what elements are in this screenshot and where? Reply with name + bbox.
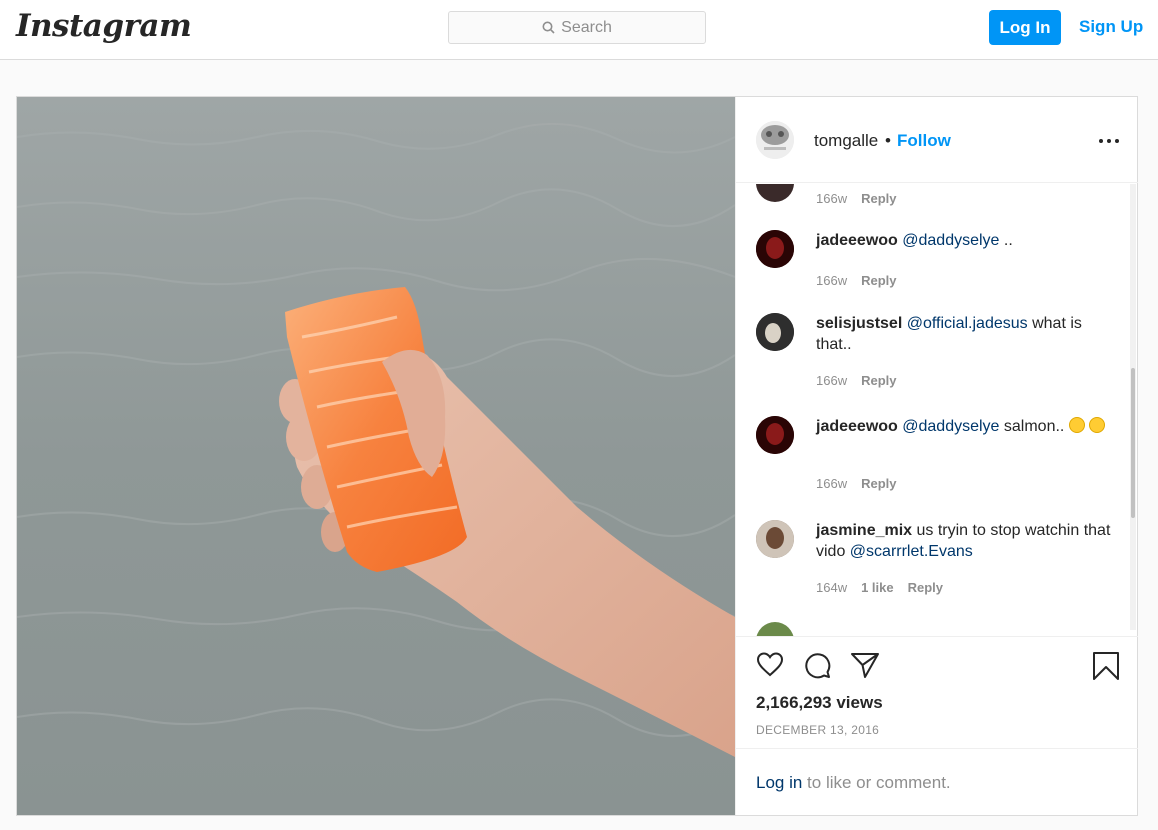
comment-body: salmon..: [999, 418, 1065, 435]
post-video[interactable]: [17, 97, 735, 815]
post-sidebar: tomgalle • Follow 166w Reply jadeeewoo @…: [735, 97, 1138, 815]
owner-username[interactable]: tomgalle: [814, 131, 878, 151]
comment-likes[interactable]: 1 like: [861, 580, 894, 595]
comment-meta: 166w Reply: [816, 273, 896, 288]
comment-text: selisjustsel @official.jadesus what is t…: [816, 313, 1116, 355]
comment-meta: 164w 1 like Reply: [816, 580, 943, 595]
comment-time: 166w: [816, 191, 848, 206]
comment-meta: 166w Reply: [816, 373, 896, 388]
comment-time: 166w: [816, 273, 848, 288]
reply-button[interactable]: Reply: [861, 273, 896, 288]
share-icon[interactable]: [850, 651, 880, 679]
post-card: tomgalle • Follow 166w Reply jadeeewoo @…: [16, 96, 1138, 816]
comment-text: jadeeewoo @daddyselye ..: [816, 230, 1116, 251]
search-box[interactable]: Search: [448, 11, 706, 44]
search-icon: [542, 21, 555, 34]
top-navigation: Instagram Search Log In Sign Up: [0, 0, 1158, 60]
post-date: DECEMBER 13, 2016: [756, 723, 880, 737]
login-button[interactable]: Log In: [989, 10, 1061, 45]
reply-button[interactable]: Reply: [861, 373, 896, 388]
comment-meta: 166w Reply: [816, 476, 896, 491]
comment-mention[interactable]: @daddyselye: [902, 418, 999, 435]
commenter-avatar[interactable]: [756, 184, 794, 202]
reply-button[interactable]: Reply: [861, 191, 896, 206]
heart-icon[interactable]: [756, 651, 784, 679]
ok-hand-emoji: [1068, 417, 1085, 433]
login-link[interactable]: Log in: [756, 773, 802, 792]
comment-text: jadeeewoo @daddyselye salmon..: [816, 416, 1116, 437]
owner-avatar[interactable]: [756, 121, 794, 159]
login-prompt-rest: to like or comment.: [802, 773, 951, 792]
login-prompt-text: Log in to like or comment.: [756, 773, 951, 793]
comment-body: ..: [999, 232, 1013, 249]
comments-list[interactable]: 166w Reply jadeeewoo @daddyselye .. 166w…: [736, 184, 1138, 636]
post-video-frame: [17, 97, 735, 815]
post-header: tomgalle • Follow: [736, 97, 1138, 183]
comment-mention[interactable]: @daddyselye: [902, 232, 999, 249]
follow-button[interactable]: Follow: [897, 131, 951, 151]
more-options-icon[interactable]: [1099, 139, 1119, 145]
comment-username[interactable]: jasmine_mix: [816, 522, 912, 539]
login-prompt: Log in to like or comment.: [736, 748, 1138, 815]
comment-username[interactable]: jadeeewoo: [816, 232, 898, 249]
comment-icon[interactable]: [803, 651, 831, 679]
commenter-avatar[interactable]: [756, 230, 794, 268]
comments-scrollbar-thumb[interactable]: [1131, 368, 1135, 518]
signup-link[interactable]: Sign Up: [1079, 17, 1143, 37]
laughing-emoji: [1089, 417, 1106, 433]
separator-dot: •: [885, 131, 891, 150]
comment-meta: 166w Reply: [816, 191, 896, 206]
bookmark-icon[interactable]: [1092, 651, 1120, 681]
comment-time: 166w: [816, 476, 848, 491]
comment-time: 166w: [816, 373, 848, 388]
reply-button[interactable]: Reply: [908, 580, 943, 595]
owner-avatar-image: [756, 121, 794, 159]
comment-time: 164w: [816, 580, 848, 595]
reply-button[interactable]: Reply: [861, 476, 896, 491]
commenter-avatar[interactable]: [756, 622, 794, 636]
comment-username[interactable]: jadeeewoo: [816, 418, 898, 435]
instagram-logo[interactable]: Instagram: [16, 8, 192, 44]
commenter-avatar[interactable]: [756, 416, 794, 454]
view-count[interactable]: 2,166,293 views: [756, 693, 883, 713]
comment-text: jasmine_mix us tryin to stop watchin tha…: [816, 520, 1116, 562]
comment-mention[interactable]: @official.jadesus: [907, 315, 1028, 332]
comment-username[interactable]: selisjustsel: [816, 315, 902, 332]
post-actions: 2,166,293 views DECEMBER 13, 2016: [736, 636, 1138, 748]
commenter-avatar[interactable]: [756, 520, 794, 558]
commenter-avatar[interactable]: [756, 313, 794, 351]
search-placeholder: Search: [561, 18, 612, 36]
comment-mention[interactable]: @scarrrlet.Evans: [850, 543, 973, 560]
